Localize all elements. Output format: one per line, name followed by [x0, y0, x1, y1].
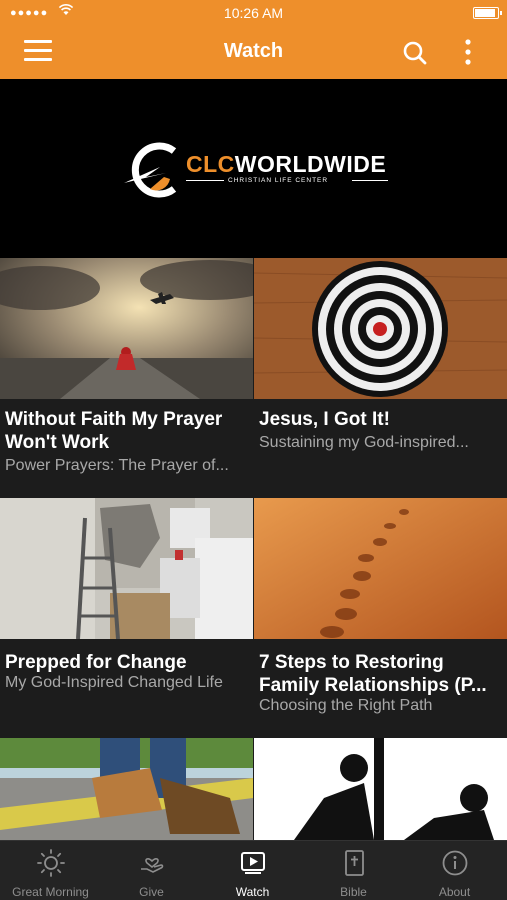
video-title: Prepped for Change: [5, 652, 187, 673]
tab-give[interactable]: Give: [101, 841, 202, 900]
tab-label: About: [438, 885, 471, 899]
tab-label: Give: [139, 885, 164, 899]
video-title: Jesus, I Got It!: [259, 409, 390, 430]
status-bar: ●●●●● 10:26 AM: [0, 0, 507, 26]
clc-worldwide-logo: CLCWORLDWIDE CHRISTIAN LIFE CENTER: [120, 137, 400, 207]
tab-label: Bible: [340, 885, 367, 899]
battery-icon: [473, 7, 502, 19]
tab-bible[interactable]: Bible: [303, 841, 404, 900]
video-thumbnail: [254, 258, 507, 399]
video-tile-prepped-for-change[interactable]: Prepped for Change My God-Inspired Chang…: [0, 498, 253, 738]
info-icon: [442, 850, 467, 876]
video-thumbnail: [254, 498, 507, 639]
more-options-icon[interactable]: [458, 38, 478, 66]
featured-banner[interactable]: CLCWORLDWIDE CHRISTIAN LIFE CENTER: [0, 79, 507, 258]
tab-about[interactable]: About: [404, 841, 505, 900]
video-thumbnail: [254, 738, 507, 840]
tab-great-morning[interactable]: Great Morning: [0, 841, 101, 900]
video-tile-family-relationships[interactable]: 7 Steps to Restoring Family Relationship…: [254, 498, 507, 738]
video-subtitle: Sustaining my God-inspired...: [259, 434, 469, 451]
clc-emblem-icon: [124, 142, 177, 198]
video-play-icon: [240, 852, 265, 874]
status-time: 10:26 AM: [223, 5, 284, 21]
video-subtitle: Power Prayers: The Prayer of...: [5, 457, 229, 474]
video-thumbnail: [0, 258, 253, 399]
tab-watch[interactable]: Watch: [202, 841, 303, 900]
video-thumbnail: [0, 498, 253, 639]
video-title: Without Faith My Prayer Won't Work: [5, 409, 223, 453]
bible-book-icon: [344, 850, 364, 876]
tab-label: Watch: [235, 885, 270, 899]
search-icon[interactable]: [402, 40, 428, 66]
brand-subtitle: CHRISTIAN LIFE CENTER: [228, 177, 329, 184]
video-title: 7 Steps to Restoring Family Relationship…: [259, 652, 487, 696]
top-bar: ●●●●● 10:26 AM Watch: [0, 0, 507, 79]
bottom-tab-bar: Great Morning Give Watch Bible About: [0, 840, 507, 900]
brand-name: CLCWORLDWIDE: [186, 151, 387, 177]
give-hand-heart-icon: [140, 858, 163, 873]
page-title: Watch: [223, 40, 284, 62]
video-subtitle: My God-Inspired Changed Life: [5, 674, 223, 691]
video-tile-faith-prayer[interactable]: Without Faith My Prayer Won't Work Power…: [0, 258, 253, 498]
video-thumbnail: [0, 738, 253, 840]
video-subtitle: Choosing the Right Path: [259, 697, 433, 714]
video-tile-jesus-i-got-it[interactable]: Jesus, I Got It! Sustaining my God-inspi…: [254, 258, 507, 498]
video-tile-partial-left[interactable]: [0, 738, 253, 840]
tab-label: Great Morning: [12, 885, 89, 899]
video-tile-partial-right[interactable]: [254, 738, 507, 840]
sun-icon: [36, 849, 65, 877]
